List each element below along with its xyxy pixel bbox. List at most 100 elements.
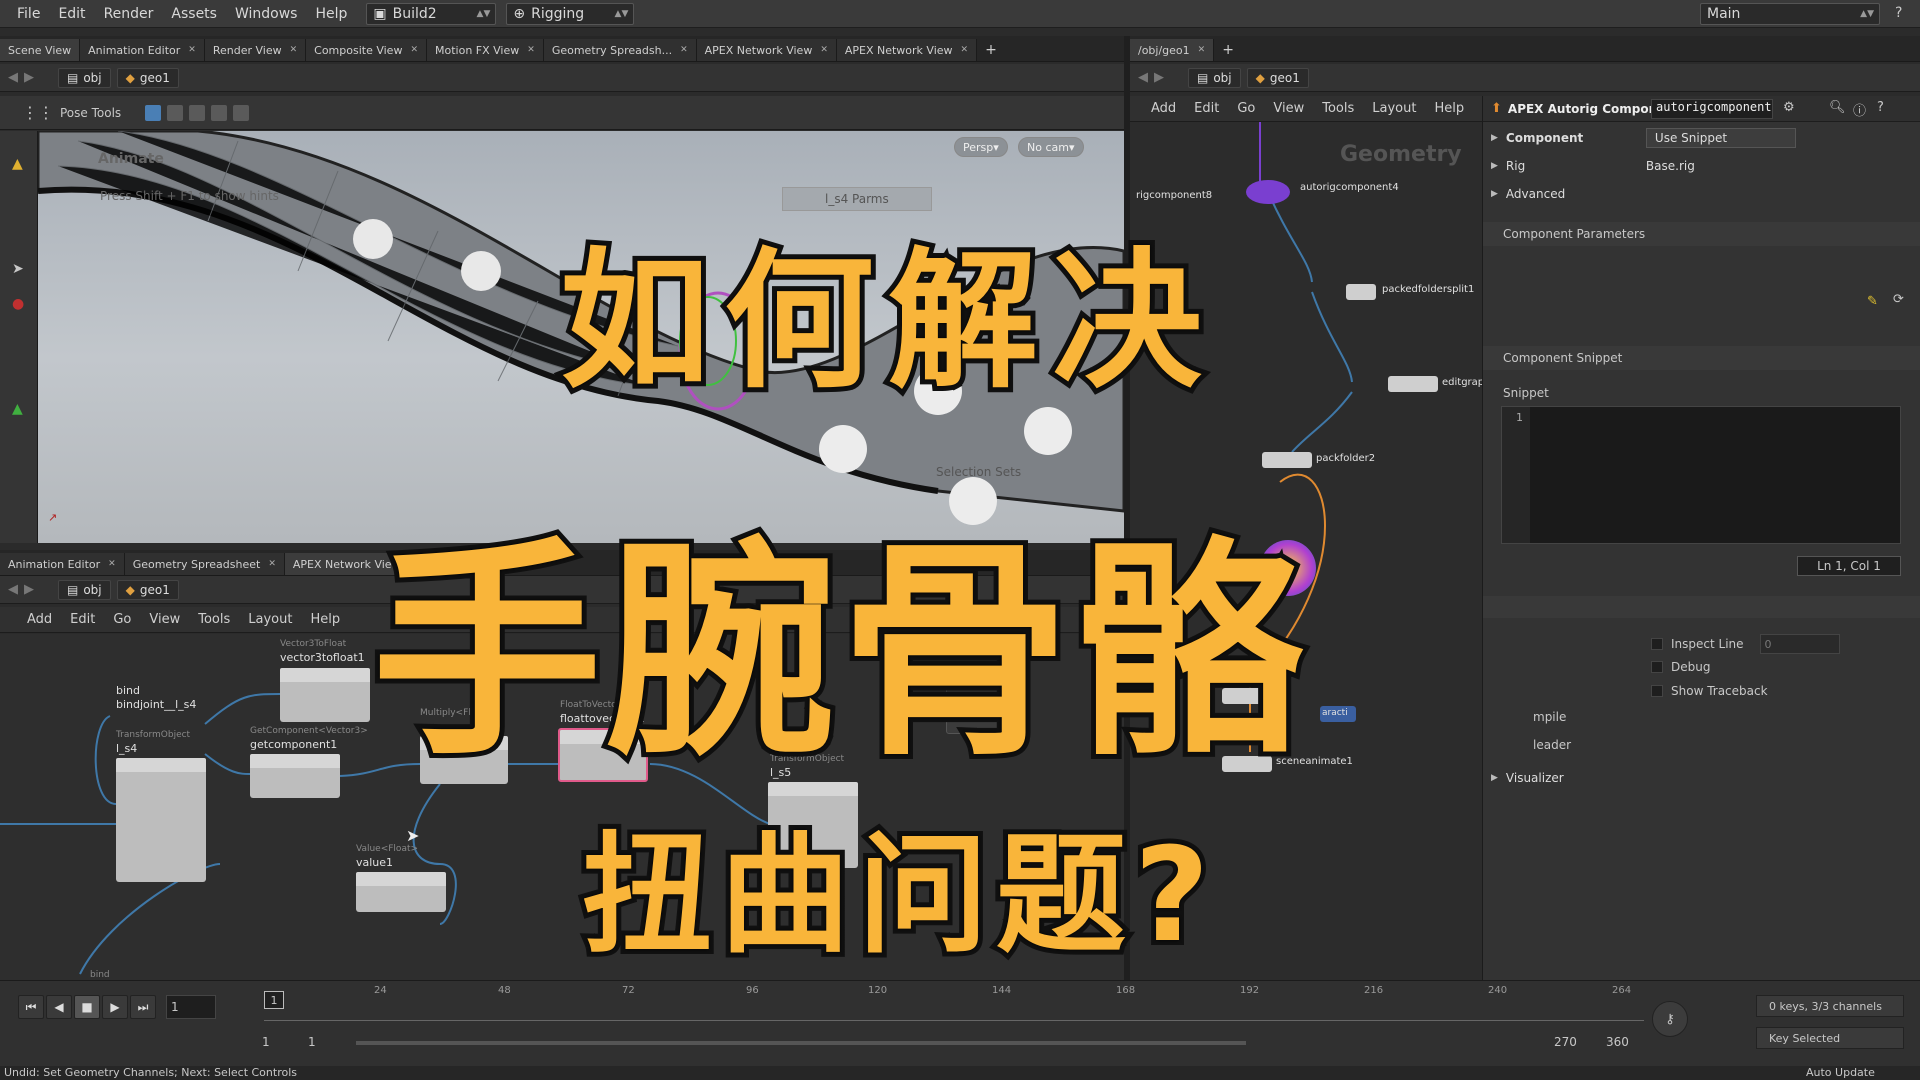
close-icon[interactable]: ✕ [188,45,196,55]
range-end[interactable]: 270 [1554,1035,1577,1049]
gear-icon[interactable]: ⚙ [1783,100,1795,115]
visualizer-row[interactable]: ▶ Visualizer [1483,766,1564,790]
tab-apex-network-1[interactable]: APEX Network View ✕ [696,39,837,61]
handle-icon[interactable]: ● [12,296,24,312]
tab-animation-editor-b[interactable]: Animation Editor ✕ [0,553,125,575]
add-tab-button[interactable]: + [977,39,1005,61]
geo-menu-layout[interactable]: Layout [1363,101,1425,116]
packedfoldersplit-node[interactable] [1346,284,1376,300]
snippet-editor[interactable]: 1 [1501,406,1901,544]
close-icon[interactable]: ✕ [527,45,535,55]
grid-icon[interactable]: ⋮⋮ [22,103,54,122]
range-start-2[interactable]: 1 [308,1035,316,1049]
path-geo-b[interactable]: ◆ geo1 [116,579,179,600]
play-button[interactable]: ▶ [102,995,128,1019]
rotate-tool-icon[interactable] [189,104,206,121]
vector3tofloat-node[interactable] [280,668,370,722]
path-geo-r[interactable]: ◆ geo1 [1246,67,1309,88]
compile-label[interactable]: mpile [1533,710,1566,724]
net-menu-tools[interactable]: Tools [189,612,239,627]
forward-icon[interactable]: ▶ [24,70,34,85]
back-icon[interactable]: ◀ [8,70,18,85]
traceback-row[interactable]: Show Traceback [1651,684,1768,698]
inspect-checkbox[interactable] [1651,638,1663,650]
comp-snippet-header[interactable]: Component Snippet [1483,346,1920,370]
editgraph-node[interactable] [1388,376,1438,392]
node-name-field[interactable]: autorigcomponent [1651,99,1773,119]
header-label[interactable]: leader [1533,738,1571,752]
tab-apex-network-2[interactable]: APEX Network View ✕ [836,39,978,61]
main-selector[interactable]: Main ▲▼ [1700,2,1880,25]
stop-button[interactable]: ■ [74,995,100,1019]
range-end-2[interactable]: 360 [1606,1035,1629,1049]
frame-field[interactable]: 1 [166,995,216,1019]
menu-help[interactable]: Help [306,6,356,22]
close-icon[interactable]: ✕ [268,559,276,569]
key-icon[interactable]: ⚷ [1652,1001,1688,1037]
traceback-checkbox[interactable] [1651,685,1663,697]
pose-icon[interactable]: ▲ [12,401,23,417]
close-icon[interactable]: ✕ [1198,45,1206,55]
back-icon[interactable]: ◀ [1138,70,1148,85]
persp-menu[interactable]: Persp ▾ [954,137,1008,157]
net-menu-edit[interactable]: Edit [61,612,104,627]
range-slider[interactable] [356,1041,1246,1045]
pose-tool-icon[interactable] [233,104,250,121]
comp-params-header[interactable]: Component Parameters [1483,222,1920,246]
select-tool-icon[interactable] [145,104,162,121]
auto-update-label[interactable]: Auto Update [1806,1066,1875,1079]
menu-file[interactable]: File [8,6,49,22]
net-menu-add[interactable]: Add [18,612,61,627]
path-obj-b[interactable]: ▤ obj [58,579,111,600]
tab-geometry-spreadsheet-b[interactable]: Geometry Spreadsheet ✕ [124,553,285,575]
path-obj[interactable]: ▤ obj [58,67,111,88]
menu-edit[interactable]: Edit [49,6,94,22]
playhead[interactable]: 1 [264,991,284,1009]
forward-icon[interactable]: ▶ [24,582,34,597]
tab-scene-view[interactable]: Scene View [0,39,81,61]
autorigcomponent-node[interactable] [1246,180,1290,204]
context-selector[interactable]: ⊕ Rigging ▲▼ [506,2,635,25]
geo-menu-view[interactable]: View [1264,101,1313,116]
close-icon[interactable]: ✕ [410,45,418,55]
tab-animation-editor[interactable]: Animation Editor ✕ [80,39,205,61]
path-obj-r[interactable]: ▤ obj [1188,67,1241,88]
range-start[interactable]: 1 [262,1035,270,1049]
select-icon[interactable]: ➤ [12,261,24,277]
net-menu-view[interactable]: View [140,612,189,627]
geo-menu-tools[interactable]: Tools [1313,101,1363,116]
timeline-track[interactable]: 1 [264,991,1644,1021]
geo-menu-help[interactable]: Help [1425,101,1473,116]
transformobject-node-l-s4[interactable] [116,758,206,882]
geo-menu-go[interactable]: Go [1228,101,1264,116]
getcomponent-node[interactable] [250,754,340,798]
shape-icon[interactable]: ▲ [12,156,23,172]
path-geo[interactable]: ◆ geo1 [116,67,179,88]
geo-menu-add[interactable]: Add [1142,101,1185,116]
net-menu-layout[interactable]: Layout [239,612,301,627]
net-menu-help[interactable]: Help [301,612,349,627]
close-icon[interactable]: ✕ [108,559,116,569]
menu-assets[interactable]: Assets [162,6,226,22]
advanced-row[interactable]: ▶ Advanced [1483,182,1565,206]
add-tab-button-right[interactable]: + [1214,39,1242,61]
menu-render[interactable]: Render [95,6,163,22]
inspect-field[interactable]: 0 [1759,634,1840,654]
desktop-selector[interactable]: ▣ Build2 ▲▼ [366,2,497,25]
expand-icon[interactable]: ▶ [1491,133,1498,143]
bone-tool-icon[interactable] [211,104,228,121]
expand-icon[interactable]: ▶ [1491,161,1498,171]
refresh-icon[interactable]: ⟳ [1893,292,1904,307]
debug-row[interactable]: Debug [1651,660,1710,674]
keys-status[interactable]: 0 keys, 3/3 channels [1756,995,1904,1017]
tab-obj-geo1[interactable]: /obj/geo1 ✕ [1130,39,1215,61]
close-icon[interactable]: ✕ [820,45,828,55]
key-mode-dropdown[interactable]: Key Selected [1756,1027,1904,1049]
close-icon[interactable]: ✕ [290,45,298,55]
rig-value[interactable]: Base.rig [1646,159,1695,173]
jump-start-button[interactable]: ⏮ [18,995,44,1019]
tab-geometry-spreadsheet[interactable]: Geometry Spreadsh... ✕ [543,39,697,61]
help-icon[interactable]: ? [1895,5,1902,21]
close-icon[interactable]: ✕ [961,45,969,55]
translate-tool-icon[interactable] [167,104,184,121]
